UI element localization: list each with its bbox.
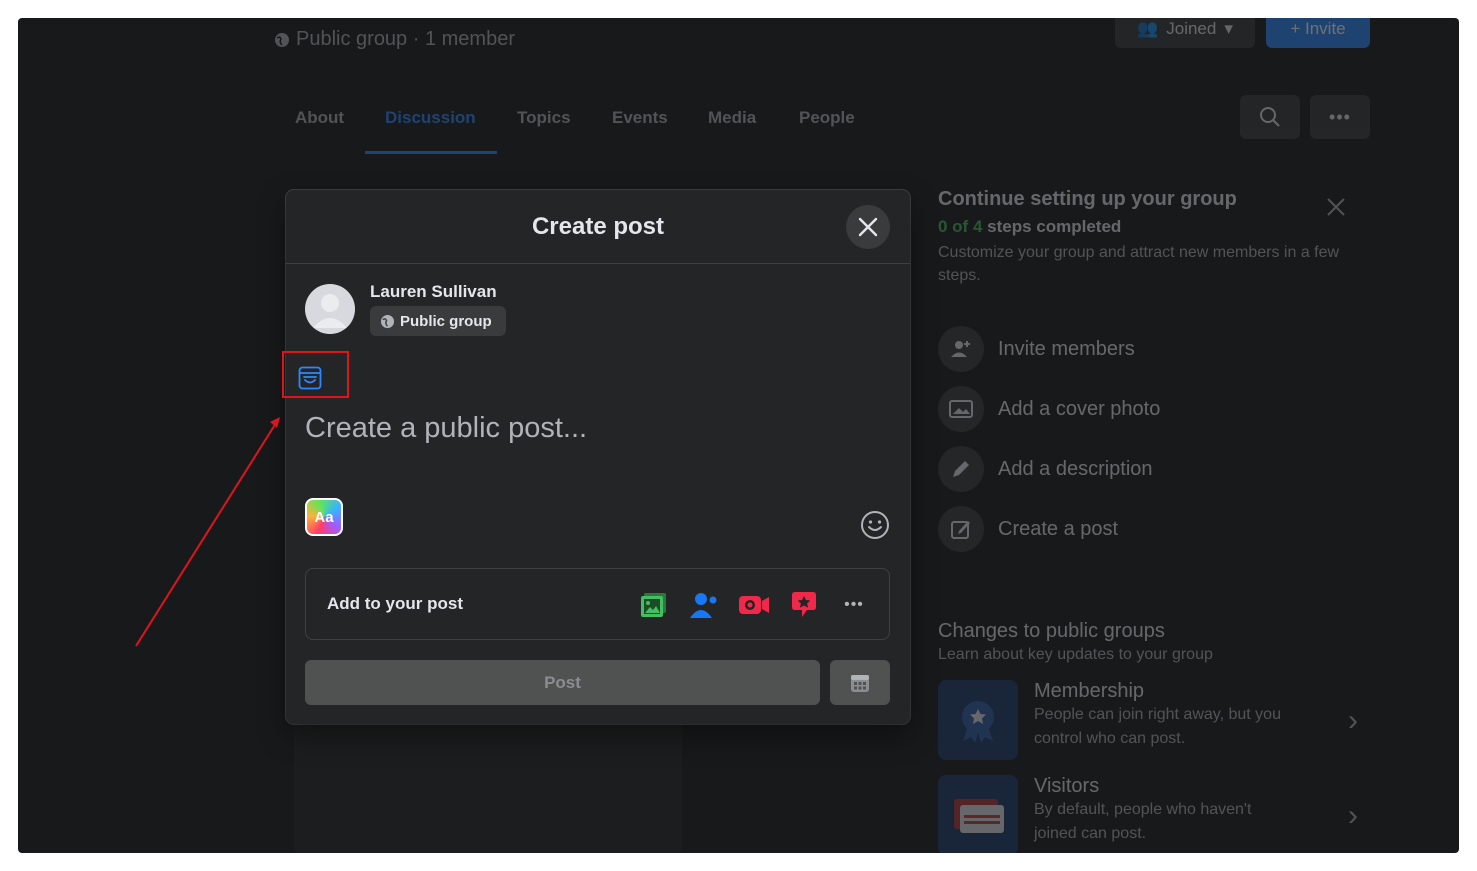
change-visitors[interactable]: Visitors By default, people who haven't … [938, 775, 1358, 853]
tab-topics[interactable]: Topics [517, 108, 571, 128]
invite-button[interactable]: + Invite [1266, 18, 1370, 48]
caret-down-icon: ▾ [1224, 19, 1233, 38]
compose-icon [938, 506, 984, 552]
photo-icon [938, 386, 984, 432]
tag-people-icon[interactable] [686, 587, 722, 623]
close-icon [1327, 198, 1345, 216]
tab-people[interactable]: People [799, 108, 855, 128]
smiley-icon [861, 511, 889, 539]
setup-panel: Continue setting up your group 0 of 4 st… [938, 188, 1358, 287]
tab-media[interactable]: Media [708, 108, 756, 128]
joined-button[interactable]: 👥 Joined ▾ [1115, 18, 1255, 48]
close-icon [858, 217, 878, 237]
step-add-description[interactable]: Add a description [938, 446, 1153, 492]
tab-discussion[interactable]: Discussion [385, 108, 476, 128]
app-window: Public group · 1 member 👥 Joined ▾ + Inv… [18, 18, 1459, 853]
chevron-right-icon: › [1348, 799, 1358, 832]
group-meta: Public group · 1 member [274, 28, 515, 51]
add-to-post-bar: Add to your post ••• [305, 568, 890, 640]
create-post-dialog: Create post Lauren Sullivan Public group… [286, 190, 910, 724]
more-options-button[interactable]: ••• [1310, 95, 1370, 139]
avatar[interactable] [305, 284, 355, 334]
search-icon [1260, 107, 1280, 127]
ribbon-icon [938, 680, 1018, 760]
tab-events[interactable]: Events [612, 108, 668, 128]
setup-progress: 0 of 4 steps completed [938, 217, 1122, 236]
chevron-right-icon: › [1348, 704, 1358, 737]
feeling-icon[interactable] [786, 587, 822, 623]
live-video-icon[interactable] [736, 587, 772, 623]
setup-description: Customize your group and attract new mem… [938, 244, 1340, 284]
post-text-input[interactable]: Create a public post... [305, 412, 587, 445]
search-button[interactable] [1240, 95, 1300, 139]
post-button[interactable]: Post [305, 660, 820, 705]
changes-subtitle: Learn about key updates to your group [938, 646, 1213, 663]
more-icon: ••• [1329, 106, 1351, 127]
emoji-button[interactable] [860, 510, 890, 540]
calendar-icon [851, 674, 869, 692]
globe-icon [275, 32, 289, 47]
add-person-icon [938, 326, 984, 372]
more-icon[interactable]: ••• [836, 587, 872, 623]
close-button[interactable] [846, 205, 890, 249]
schedule-button[interactable] [830, 660, 890, 705]
id-card-icon [938, 775, 1018, 853]
annotation-highlight-box [282, 351, 349, 398]
changes-header: Changes to public groups Learn about key… [938, 620, 1213, 666]
step-create-post[interactable]: Create a post [938, 506, 1118, 552]
globe-icon [380, 314, 395, 328]
feed-card [294, 718, 682, 853]
group-icon: 👥 [1137, 19, 1159, 38]
user-name[interactable]: Lauren Sullivan [370, 282, 497, 302]
dialog-header: Create post [286, 190, 910, 264]
close-setup-button[interactable] [1325, 196, 1347, 223]
text-background-button[interactable]: Aa [305, 498, 343, 536]
change-membership[interactable]: Membership People can join right away, b… [938, 680, 1358, 760]
step-add-cover-photo[interactable]: Add a cover photo [938, 386, 1160, 432]
changes-title: Changes to public groups [938, 620, 1165, 642]
photo-video-icon[interactable] [636, 587, 672, 623]
step-invite-members[interactable]: Invite members [938, 326, 1135, 372]
active-tab-indicator [365, 151, 497, 154]
add-to-post-label: Add to your post [327, 594, 463, 613]
audience-selector[interactable]: Public group [370, 306, 506, 336]
pencil-icon [938, 446, 984, 492]
setup-title: Continue setting up your group [938, 188, 1237, 210]
dialog-title: Create post [531, 212, 665, 240]
tab-about[interactable]: About [295, 108, 344, 128]
